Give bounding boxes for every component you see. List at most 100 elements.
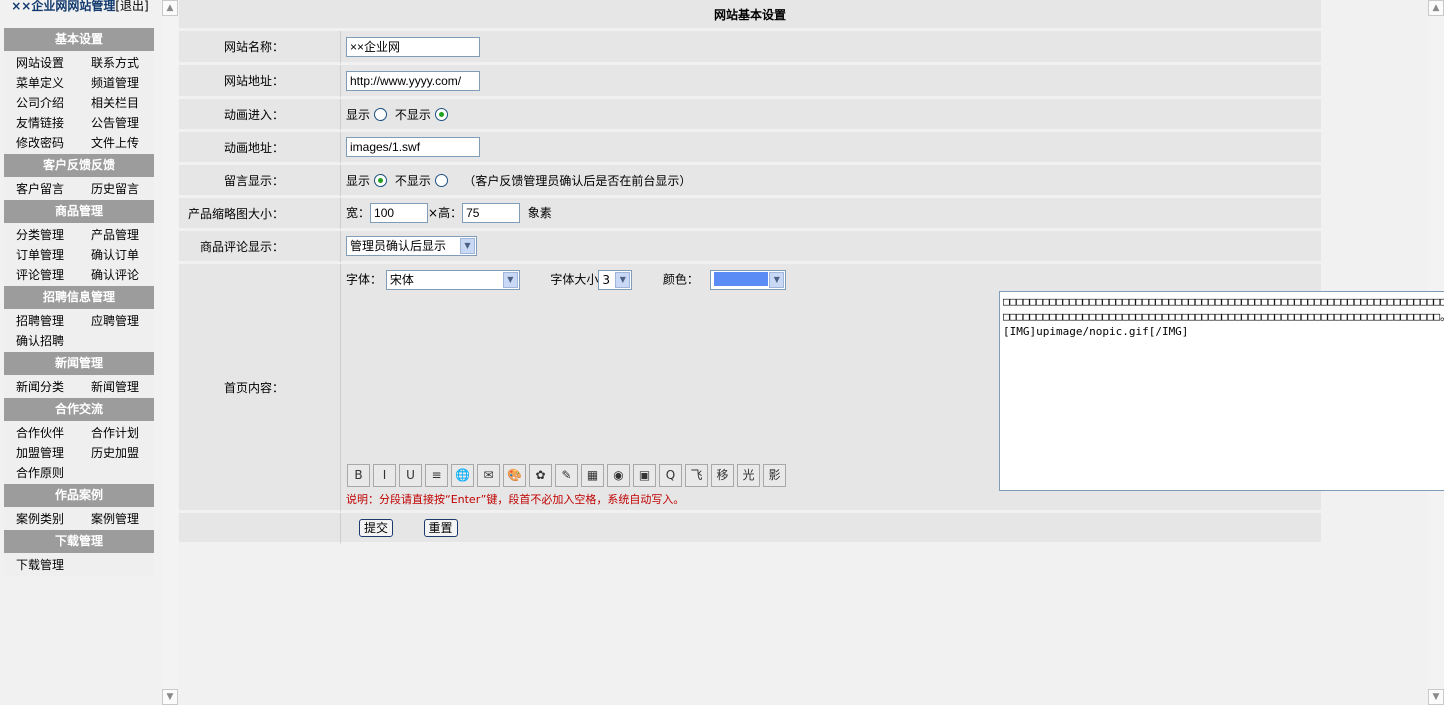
toolbar-button[interactable]: 移 <box>711 464 734 487</box>
sidebar-item[interactable]: 合作伙伴 <box>4 423 79 443</box>
sidebar-item[interactable]: 修改密码 <box>4 133 79 153</box>
form-header: 网站基本设置 <box>179 0 1321 31</box>
width-label: 宽： <box>346 206 371 220</box>
toolbar-button[interactable]: 🎨 <box>503 464 526 487</box>
sidebar-item[interactable]: 分类管理 <box>4 225 79 245</box>
sidebar-item[interactable]: 案例类别 <box>4 509 79 529</box>
nav-group-title[interactable]: 招聘信息管理 <box>4 286 154 309</box>
sidebar-item[interactable]: 加盟管理 <box>4 443 79 463</box>
thumb-width-input[interactable] <box>370 203 429 223</box>
sidebar-item[interactable]: 下载管理 <box>4 555 79 575</box>
site-name-input[interactable] <box>346 36 480 57</box>
sidebar-item[interactable]: 历史留言 <box>79 179 154 199</box>
sidebar-item[interactable]: 确认订单 <box>79 245 154 265</box>
color-select[interactable]: ▼ <box>710 270 787 290</box>
toolbar-button[interactable]: 飞 <box>685 464 708 487</box>
sidebar-item[interactable]: 菜单定义 <box>4 73 79 93</box>
sidebar-item[interactable]: 评论管理 <box>4 265 79 285</box>
nav-group-title[interactable]: 商品管理 <box>4 200 154 223</box>
content-editor[interactable]: □□□□□□□□□□□□□□□□□□□□□□□□□□□□□□□□□□□□□□□□… <box>999 291 1444 491</box>
toolbar-button[interactable]: B <box>347 464 370 487</box>
settings-form: 网站基本设置 网站名称： 网站地址： 动画进入： 显示 不显示 动画地址： 留言… <box>179 0 1444 545</box>
sidebar-item[interactable]: 案例管理 <box>79 509 154 529</box>
sidebar-item[interactable]: 合作原则 <box>4 463 79 483</box>
submit-button[interactable]: 提交 <box>359 518 394 537</box>
nav-group-title[interactable]: 基本设置 <box>4 28 154 51</box>
nav-group-title[interactable]: 客户反馈反馈 <box>4 154 154 177</box>
font-select[interactable]: 宋体 ▼ <box>385 270 520 290</box>
toolbar-button[interactable]: ▣ <box>633 464 656 487</box>
scroll-up-icon[interactable]: ▲ <box>1428 0 1444 16</box>
toolbar-button[interactable]: 光 <box>737 464 760 487</box>
toolbar-button[interactable]: 影 <box>763 464 786 487</box>
scroll-down-icon[interactable]: ▼ <box>1428 689 1444 705</box>
toolbar-button[interactable]: ≡ <box>425 464 448 487</box>
sidebar-item[interactable]: 合作计划 <box>79 423 154 443</box>
reset-button[interactable]: 重置 <box>423 518 458 537</box>
toolbar-button[interactable]: ✎ <box>555 464 578 487</box>
nav-group: 作品案例 案例类别 案例管理 <box>4 484 154 530</box>
nav-group: 招聘信息管理 招聘管理 应聘管理 确认招聘 <box>4 286 154 352</box>
toolbar-button[interactable]: ▦ <box>581 464 604 487</box>
thumb-height-input[interactable] <box>462 203 521 223</box>
sidebar-item[interactable]: 文件上传 <box>79 133 154 153</box>
sidebar-item[interactable]: 产品管理 <box>79 225 154 245</box>
toolbar-button[interactable]: ◉ <box>607 464 630 487</box>
editor-text: □□□□□□□□□□□□□□□□□□□□□□□□□□□□□□□□□□□□□□□□… <box>1003 295 1444 338</box>
sidebar-item[interactable]: 新闻管理 <box>79 377 154 397</box>
toolbar-button[interactable]: I <box>373 464 396 487</box>
toolbar-button[interactable]: 🌐 <box>451 464 474 487</box>
chevron-down-icon[interactable]: ▼ <box>769 272 785 288</box>
nav-group-title[interactable]: 新闻管理 <box>4 352 154 375</box>
anim-url-input[interactable] <box>346 137 480 157</box>
comment-display-value: 管理员确认后显示 <box>350 239 447 253</box>
font-size-select[interactable]: 3 ▼ <box>598 270 633 290</box>
sidebar-item[interactable]: 招聘管理 <box>4 311 79 331</box>
anim-url-label: 动画地址： <box>179 132 341 165</box>
sidebar-item[interactable]: 网站设置 <box>4 53 79 73</box>
sidebar-item[interactable]: 应聘管理 <box>79 311 154 331</box>
toolbar-button[interactable]: ✿ <box>529 464 552 487</box>
chevron-down-icon[interactable]: ▼ <box>502 272 518 288</box>
sidebar-scrollbar[interactable]: ▲ ▼ <box>162 0 178 705</box>
sidebar-item[interactable]: 相关栏目 <box>79 93 154 113</box>
anim-hide-radio[interactable] <box>434 107 448 121</box>
sidebar-item[interactable]: 订单管理 <box>4 245 79 265</box>
scroll-down-icon[interactable]: ▼ <box>162 689 178 705</box>
msg-hide-radio[interactable] <box>434 173 448 187</box>
chevron-down-icon[interactable]: ▼ <box>615 272 631 288</box>
sidebar-item[interactable]: 联系方式 <box>79 53 154 73</box>
thumb-size-label: 产品缩略图大小： <box>179 198 341 231</box>
msg-show-radio[interactable] <box>374 173 388 187</box>
anim-show-radio[interactable] <box>374 107 388 121</box>
nav-group-title[interactable]: 作品案例 <box>4 484 154 507</box>
sidebar-item[interactable]: 频道管理 <box>79 73 154 93</box>
nav-group: 基本设置 网站设置 联系方式 菜单定义 频道管理 公司介绍 相关栏目 友情链接 公告管理 修改密码… <box>4 28 154 154</box>
toolbar-button[interactable]: U <box>399 464 422 487</box>
chevron-down-icon[interactable]: ▼ <box>460 238 475 254</box>
toolbar-button[interactable]: Q <box>659 464 682 487</box>
nav-group-title[interactable]: 下载管理 <box>4 530 154 553</box>
sidebar-item[interactable]: 历史加盟 <box>79 443 154 463</box>
toolbar-button[interactable]: ✉ <box>477 464 500 487</box>
comment-display-select[interactable]: 管理员确认后显示 ▼ <box>346 236 477 256</box>
site-title: ××企业网网站管理[退出] <box>0 0 160 28</box>
sidebar-item[interactable]: 公告管理 <box>79 113 154 133</box>
scroll-up-icon[interactable]: ▲ <box>162 0 178 16</box>
msg-show-label: 留言显示： <box>179 165 341 198</box>
nav-items: 招聘管理 应聘管理 确认招聘 <box>4 309 154 352</box>
logout-link[interactable]: [退出] <box>115 0 148 13</box>
height-label: ×高： <box>428 206 463 220</box>
sidebar-item[interactable]: 客户留言 <box>4 179 79 199</box>
sidebar-item[interactable]: 公司介绍 <box>4 93 79 113</box>
msg-note: （客户反馈管理员确认后是否在前台显示） <box>463 173 692 188</box>
nav-group-title[interactable]: 合作交流 <box>4 398 154 421</box>
color-label: 颜色： <box>662 272 699 287</box>
sidebar-item[interactable]: 确认招聘 <box>4 331 79 351</box>
msg-hide-text: 不显示 <box>394 173 431 188</box>
site-url-input[interactable] <box>346 70 480 91</box>
sidebar-item[interactable]: 友情链接 <box>4 113 79 133</box>
sidebar-item[interactable]: 确认评论 <box>79 265 154 285</box>
sidebar-item[interactable]: 新闻分类 <box>4 377 79 397</box>
nav-group: 客户反馈反馈 客户留言 历史留言 <box>4 154 154 200</box>
